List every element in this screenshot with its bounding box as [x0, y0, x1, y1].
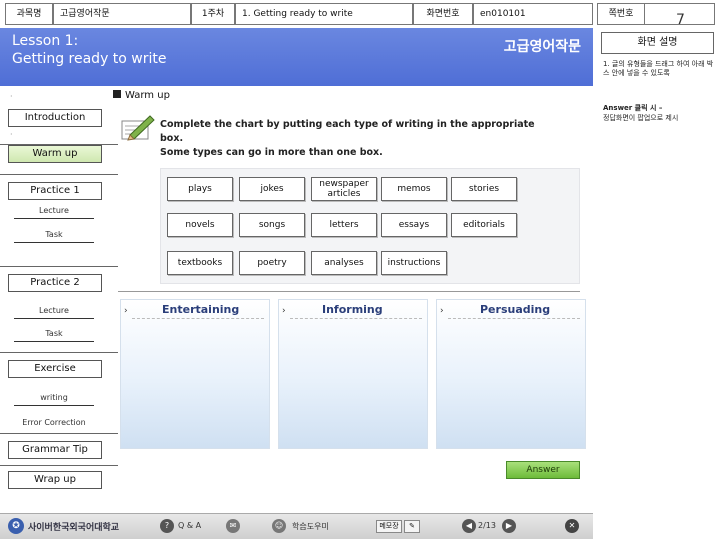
nav-warm-up[interactable]: Warm up	[8, 145, 102, 163]
nav-practice-1-task[interactable]: Task	[14, 230, 94, 243]
university-name: 사이버한국외국어대학교	[28, 523, 120, 533]
nav-wrap-up[interactable]: Wrap up	[8, 471, 102, 489]
drop-zone-persuading[interactable]	[436, 299, 586, 449]
word-card[interactable]: analyses	[311, 251, 377, 275]
nav-practice-1-lecture[interactable]: Lecture	[14, 206, 94, 219]
screen-label: 화면번호	[413, 3, 473, 25]
pencil-note-icon	[121, 115, 155, 141]
category-underline	[448, 318, 580, 319]
answer-button[interactable]: Answer	[506, 461, 580, 479]
word-card[interactable]: letters	[311, 213, 377, 237]
category-underline	[132, 318, 264, 319]
category-entertaining: Entertaining	[162, 303, 240, 316]
lesson-header: Lesson 1: Getting ready to write 고급영어작문	[0, 28, 593, 86]
nav-separator: ·	[10, 92, 13, 101]
section-label-text: Warm up	[125, 90, 170, 101]
nav-practice-1[interactable]: Practice 1	[8, 182, 102, 200]
bullet-icon: ›	[282, 306, 286, 316]
nav-divider	[0, 266, 118, 267]
bullet-icon: ›	[124, 306, 128, 316]
question-icon[interactable]: ?	[160, 519, 174, 533]
page-indicator: 2/13	[478, 521, 496, 530]
course-value: 고급영어작문	[53, 3, 191, 25]
print-icon[interactable]: ✎	[404, 520, 420, 533]
previous-page-icon[interactable]: ◀	[462, 519, 476, 533]
drop-zone-informing[interactable]	[278, 299, 428, 449]
word-card[interactable]: editorials	[451, 213, 517, 237]
section-label: Warm up	[113, 90, 170, 101]
nav-grammar-tip[interactable]: Grammar Tip	[8, 441, 102, 459]
instruction-line-2: Some types can go in more than one box.	[160, 147, 383, 158]
bullet-icon: ›	[440, 306, 444, 316]
lesson-title: Lesson 1: Getting ready to write	[12, 33, 167, 67]
study-helper-button[interactable]: 학습도우미	[292, 521, 329, 532]
nav-exercise-writing[interactable]: writing	[14, 393, 94, 406]
nav-practice-2-task[interactable]: Task	[14, 329, 94, 342]
qa-button[interactable]: Q & A	[178, 521, 201, 530]
nav-separator: ·	[10, 130, 13, 139]
close-icon[interactable]: ✕	[565, 519, 579, 533]
category-chart: › Entertaining › Informing › Persuading	[118, 291, 586, 449]
description-item-2-text: 정답화면이 팝업으로 제시	[603, 114, 679, 122]
category-underline	[290, 318, 422, 319]
drop-zone-entertaining[interactable]	[120, 299, 270, 449]
page-label: 쪽번호	[597, 3, 645, 25]
chat-icon[interactable]: ✉	[226, 519, 240, 533]
word-card[interactable]: plays	[167, 177, 233, 201]
page-number: 7	[676, 12, 685, 28]
screen-value: en010101	[473, 3, 593, 25]
word-card[interactable]: memos	[381, 177, 447, 201]
word-card[interactable]: textbooks	[167, 251, 233, 275]
instructions: Complete the chart by putting each type …	[160, 118, 560, 160]
word-card[interactable]: songs	[239, 213, 305, 237]
description-item-2-title: Answer 클릭 시 –	[603, 104, 663, 112]
week-label: 1주차	[191, 3, 235, 25]
nav-exercise[interactable]: Exercise	[8, 360, 102, 378]
word-card[interactable]: jokes	[239, 177, 305, 201]
category-informing: Informing	[322, 303, 383, 316]
next-page-icon[interactable]: ▶	[502, 519, 516, 533]
nav-introduction[interactable]: Introduction	[8, 109, 102, 127]
instruction-line-1: Complete the chart by putting each type …	[160, 119, 535, 144]
screen-description-panel: 화면 설명 1. 글의 유형들을 드래그 하여 아래 박스 안에 넣을 수 있도…	[597, 28, 720, 539]
word-card[interactable]: newspaper articles	[311, 177, 377, 201]
nav-exercise-error-correction[interactable]: Error Correction	[14, 418, 94, 430]
word-card[interactable]: essays	[381, 213, 447, 237]
word-card[interactable]: stories	[451, 177, 517, 201]
course-title: 고급영어작문	[503, 39, 581, 55]
nav-divider	[0, 174, 118, 175]
word-bank: plays jokes newspaper articles memos sto…	[160, 168, 580, 284]
description-item-1: 1. 글의 유형들을 드래그 하여 아래 박스 안에 넣을 수 있도록	[603, 60, 714, 77]
word-card[interactable]: instructions	[381, 251, 447, 275]
nav-divider	[0, 433, 118, 434]
nav-practice-2-lecture[interactable]: Lecture	[14, 306, 94, 319]
helper-icon[interactable]: ☺	[272, 519, 286, 533]
course-label: 과목명	[5, 3, 53, 25]
university-logo-icon: ✪	[8, 518, 24, 534]
description-heading: 화면 설명	[601, 32, 714, 54]
word-card[interactable]: poetry	[239, 251, 305, 275]
nav-divider	[0, 352, 118, 353]
word-card[interactable]: novels	[167, 213, 233, 237]
nav-practice-2[interactable]: Practice 2	[8, 274, 102, 292]
square-bullet-icon	[113, 90, 121, 98]
lesson-value: 1. Getting ready to write	[235, 3, 413, 25]
notes-button[interactable]: 메모장	[376, 520, 402, 533]
nav-divider	[0, 465, 118, 466]
category-persuading: Persuading	[480, 303, 551, 316]
top-info-bar: 과목명 고급영어작문 1주차 1. Getting ready to write…	[0, 0, 720, 28]
footer-bar: ✪ 사이버한국외국어대학교 ? Q & A ✉ ☺ 학습도우미 메모장 ✎ ◀ …	[0, 513, 593, 539]
